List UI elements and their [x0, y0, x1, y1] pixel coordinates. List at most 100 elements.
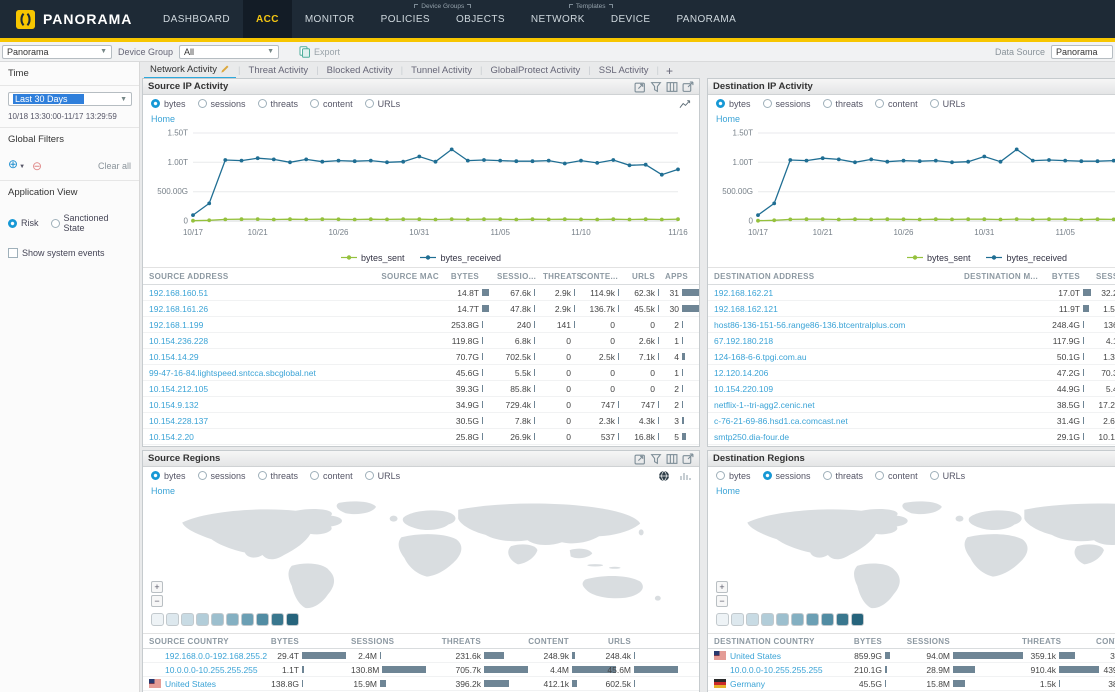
address-link[interactable]: 12.120.14.206 [714, 368, 952, 378]
map-zoom-in-button[interactable]: + [716, 581, 728, 593]
add-tab-button[interactable]: + [661, 64, 678, 78]
address-link[interactable]: 192.168.160.51 [149, 288, 361, 298]
value-bar [302, 666, 304, 673]
tab-separator: | [238, 65, 240, 76]
edit-tab-icon[interactable] [220, 64, 230, 74]
sanctioned-state-radio[interactable]: Sanctioned State [51, 213, 132, 233]
remove-filter-button[interactable]: ⊖ [32, 161, 42, 171]
tab-ssl-activity[interactable]: SSL Activity [593, 64, 655, 78]
source-regions-metric-content[interactable]: content [310, 471, 353, 481]
map-zoom-in-button[interactable]: + [151, 581, 163, 593]
country-link[interactable]: 192.168.0.0-192.168.255.255 [165, 651, 267, 661]
legend-label: bytes_sent [361, 253, 405, 263]
open-in-new-window-icon[interactable] [682, 453, 694, 465]
chart-settings-icon[interactable] [679, 98, 691, 110]
source-ip-metric-bytes[interactable]: bytes [151, 99, 186, 109]
source-regions-metric-sessions[interactable]: sessions [198, 471, 246, 481]
address-link[interactable]: 10.154.2.20 [149, 432, 361, 442]
tab-tunnel-activity[interactable]: Tunnel Activity [405, 64, 478, 78]
address-link[interactable]: 10.154.9.132 [149, 400, 361, 410]
tab-blocked-activity[interactable]: Blocked Activity [321, 64, 399, 78]
tab-globalprotect-activity[interactable]: GlobalProtect Activity [485, 64, 587, 78]
data-source-select[interactable]: Panorama [1051, 45, 1113, 59]
country-link[interactable]: 10.0.0.0-10.255.255.255 [730, 665, 823, 675]
dest-ip-metric-urls[interactable]: URLs [930, 99, 966, 109]
dest-regions-metric-sessions[interactable]: sessions [763, 471, 811, 481]
address-link[interactable]: 192.168.162.121 [714, 304, 952, 314]
source-regions-metric-bytes[interactable]: bytes [151, 471, 186, 481]
address-link[interactable]: 10.154.228.137 [149, 416, 361, 426]
dest-ip-metric-threats[interactable]: threats [823, 99, 864, 109]
world-map[interactable] [712, 497, 1115, 611]
address-link[interactable]: 124-168-6-6.tpgi.com.au [714, 352, 952, 362]
metric-value: 31.4G [1038, 416, 1080, 426]
metric-cell: 136k [1096, 320, 1115, 330]
dest-regions-metric-content[interactable]: content [875, 471, 918, 481]
table-view-icon[interactable] [666, 81, 678, 93]
source-ip-metric-sessions[interactable]: sessions [198, 99, 246, 109]
dest-regions-metric-threats[interactable]: threats [823, 471, 864, 481]
source-ip-metric-threats[interactable]: threats [258, 99, 299, 109]
world-map[interactable] [147, 497, 695, 611]
source-regions-metric-urls[interactable]: URLs [365, 471, 401, 481]
context-select[interactable]: Panorama ▼ [2, 45, 112, 59]
country-link[interactable]: United States [730, 651, 781, 661]
map-view-icon[interactable] [658, 470, 670, 482]
source-regions-metric-threats[interactable]: threats [258, 471, 299, 481]
address-link[interactable]: netflix-1--tri-agg2.cenic.net [714, 400, 952, 410]
bar-chart-view-icon[interactable] [679, 470, 691, 482]
home-breadcrumb-link[interactable]: Home [708, 112, 754, 125]
filter-panel-icon[interactable] [650, 453, 662, 465]
home-breadcrumb-link[interactable]: Home [143, 112, 189, 125]
address-link[interactable]: smtp250.dia-four.de [714, 432, 952, 442]
dest-ip-metric-bytes[interactable]: bytes [716, 99, 751, 109]
address-link[interactable]: 192.168.161.26 [149, 304, 361, 314]
map-zoom-out-button[interactable]: − [716, 595, 728, 607]
nav-item-monitor[interactable]: MONITOR [292, 0, 368, 38]
dest-ip-metric-content[interactable]: content [875, 99, 918, 109]
address-link[interactable]: 192.168.162.21 [714, 288, 952, 298]
address-link[interactable]: 10.154.236.228 [149, 336, 361, 346]
metric-value: 705.7k [435, 665, 481, 675]
dest-regions-metric-urls[interactable]: URLs [930, 471, 966, 481]
filter-panel-icon[interactable] [650, 81, 662, 93]
time-range-select[interactable]: Last 30 Days ▼ [8, 92, 132, 106]
address-link[interactable]: 67.192.180.218 [714, 336, 952, 346]
address-link[interactable]: host86-136-151-56.range86-136.btcentralp… [714, 320, 952, 330]
metric-cell: 439.5k [1096, 665, 1115, 675]
add-filter-button[interactable]: ⊕▼ [8, 159, 25, 172]
address-link[interactable]: 10.154.14.29 [149, 352, 361, 362]
address-link[interactable]: 192.168.1.199 [149, 320, 361, 330]
risk-radio[interactable]: Risk [8, 218, 39, 228]
home-breadcrumb-link[interactable]: Home [708, 484, 754, 497]
address-link[interactable]: 10.154.212.105 [149, 384, 361, 394]
source-ip-metric-content[interactable]: content [310, 99, 353, 109]
clear-all-filters-link[interactable]: Clear all [98, 161, 131, 171]
tab-threat-activity[interactable]: Threat Activity [243, 64, 315, 78]
device-group-select[interactable]: All ▼ [179, 45, 279, 59]
show-system-events-checkbox[interactable]: Show system events [8, 248, 131, 258]
open-in-new-window-icon[interactable] [682, 81, 694, 93]
table-view-icon[interactable] [666, 453, 678, 465]
country-link[interactable]: United States [165, 679, 216, 689]
tab-network-activity[interactable]: Network Activity [144, 63, 236, 79]
dest-regions-metric-bytes[interactable]: bytes [716, 471, 751, 481]
metric-cell: 28.9M [898, 665, 1022, 675]
nav-item-acc[interactable]: ACC [243, 0, 292, 38]
country-link[interactable]: Germany [730, 679, 765, 689]
dest-ip-metric-sessions[interactable]: sessions [763, 99, 811, 109]
address-link[interactable]: 99-47-16-84.lightspeed.sntcca.sbcglobal.… [149, 368, 361, 378]
value-bar [1083, 337, 1084, 344]
maximize-panel-icon[interactable] [634, 453, 646, 465]
nav-item-dashboard[interactable]: DASHBOARD [150, 0, 243, 38]
export-button[interactable]: Export [299, 46, 340, 58]
home-breadcrumb-link[interactable]: Home [143, 484, 189, 497]
map-zoom-out-button[interactable]: − [151, 595, 163, 607]
address-link[interactable]: c-76-21-69-86.hsd1.ca.comcast.net [714, 416, 952, 426]
maximize-panel-icon[interactable] [634, 81, 646, 93]
country-link[interactable]: 10.0.0.0-10.255.255.255 [165, 665, 258, 675]
source-ip-metric-urls[interactable]: URLs [365, 99, 401, 109]
address-link[interactable]: 10.154.220.109 [714, 384, 952, 394]
nav-item-panorama[interactable]: PANORAMA [663, 0, 749, 38]
svg-text:10/26: 10/26 [328, 228, 349, 237]
